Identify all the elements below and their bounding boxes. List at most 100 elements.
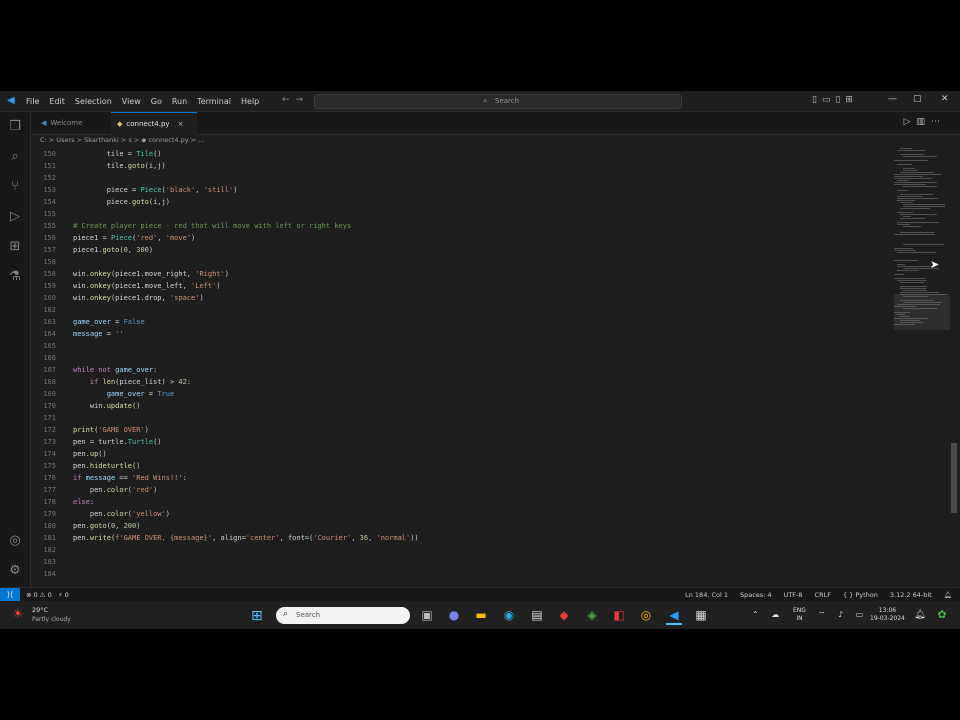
menu-terminal[interactable]: Terminal: [197, 97, 231, 106]
toggle-secondary-sidebar-icon[interactable]: ▯: [835, 95, 845, 105]
code-line[interactable]: 158: [31, 256, 891, 268]
minimize-icon[interactable]: —: [888, 94, 897, 104]
code-line[interactable]: 166: [31, 352, 891, 364]
code-line[interactable]: 160 win.onkey(piece1.drop, 'space'): [31, 292, 891, 304]
split-editor-icon[interactable]: ▥: [916, 117, 931, 127]
store-icon[interactable]: ▤: [529, 607, 545, 623]
teams-chat-icon[interactable]: ●: [446, 607, 462, 623]
problems-indicator[interactable]: ⊗ 0 ⚠ 0: [26, 591, 52, 599]
code-line[interactable]: 164 message = '': [31, 328, 891, 340]
more-actions-icon[interactable]: ⋯: [931, 117, 946, 127]
code-line[interactable]: 156 piece1 = Piece('red', 'move'): [31, 232, 891, 244]
manage-gear-icon[interactable]: ⚙: [7, 563, 23, 579]
code-line[interactable]: 155: [31, 208, 891, 220]
python-interpreter[interactable]: 3.12.2 64-bit: [890, 588, 932, 602]
notification-bell-icon[interactable]: 🔔︎: [912, 607, 928, 623]
ports-indicator[interactable]: ⚡ 0: [58, 591, 69, 599]
taskbar-search[interactable]: ⌕ Search: [276, 607, 410, 624]
run-python-file-icon[interactable]: ▷: [904, 117, 917, 127]
code-line[interactable]: 173 pen = turtle.Turtle(): [31, 436, 891, 448]
menu-selection[interactable]: Selection: [75, 97, 112, 106]
app-icon-doc[interactable]: ▦: [693, 607, 709, 623]
code-line[interactable]: 152: [31, 172, 891, 184]
task-view-icon[interactable]: ▣: [419, 607, 435, 623]
source-control-icon[interactable]: ⑂: [7, 179, 23, 195]
vscode-taskbar-icon[interactable]: ◀: [666, 607, 682, 625]
code-line[interactable]: 179 pen.color('yellow'): [31, 508, 891, 520]
menu-go[interactable]: Go: [151, 97, 162, 106]
language-mode[interactable]: { } Python: [843, 588, 878, 602]
code-line[interactable]: 158 win.onkey(piece1.move_right, 'Right'): [31, 268, 891, 280]
toggle-primary-sidebar-icon[interactable]: ▯: [812, 95, 822, 105]
menu-edit[interactable]: Edit: [49, 97, 65, 106]
system-tray-icons[interactable]: ⌃ ☁: [752, 610, 784, 619]
testing-icon[interactable]: ⚗: [7, 269, 23, 285]
code-line[interactable]: 157 piece1.goto(0, 300): [31, 244, 891, 256]
code-line[interactable]: 165: [31, 340, 891, 352]
code-line[interactable]: 180 pen.goto(0, 200): [31, 520, 891, 532]
menu-view[interactable]: View: [122, 97, 141, 106]
app-icon-green[interactable]: ◈: [584, 607, 600, 623]
extensions-icon[interactable]: ⊞: [7, 239, 23, 255]
app-icon-red[interactable]: ◧: [611, 607, 627, 623]
chrome-icon[interactable]: ◎: [638, 607, 654, 623]
code-line[interactable]: 159 win.onkey(piece1.move_left, 'Left'): [31, 280, 891, 292]
file-explorer-icon[interactable]: ▬: [473, 607, 489, 623]
tab-connect4[interactable]: ◆ connect4.py ×: [111, 112, 197, 135]
search-view-icon[interactable]: ⌕: [7, 149, 23, 165]
notifications-bell-icon[interactable]: 🔔︎: [944, 588, 952, 602]
code-line[interactable]: 172 print('GAME OVER'): [31, 424, 891, 436]
account-icon[interactable]: ◎: [7, 533, 23, 549]
code-line[interactable]: 184: [31, 568, 891, 580]
language-indicator[interactable]: ENG IN: [793, 607, 806, 623]
encoding[interactable]: UTF-8: [784, 588, 803, 602]
clock[interactable]: 13:06 19-03-2024: [870, 607, 905, 623]
menu-help[interactable]: Help: [241, 97, 259, 106]
maximize-icon[interactable]: ▢: [913, 94, 922, 104]
cursor-position[interactable]: Ln 184, Col 1: [685, 588, 728, 602]
code-line[interactable]: 163 game_over = False: [31, 316, 891, 328]
code-line[interactable]: 183: [31, 556, 891, 568]
command-search-box[interactable]: ⌕ Search: [314, 94, 682, 109]
menu-file[interactable]: File: [26, 97, 39, 106]
toggle-panel-icon[interactable]: ▭: [822, 95, 836, 105]
editor-scrollbar[interactable]: [951, 443, 957, 513]
customize-layout-icon[interactable]: ⊞: [845, 95, 858, 105]
code-line[interactable]: 171: [31, 412, 891, 424]
indentation[interactable]: Spaces: 4: [740, 588, 772, 602]
tab-welcome[interactable]: ◀ Welcome: [35, 112, 111, 134]
end-of-line[interactable]: CRLF: [815, 588, 831, 602]
code-editor[interactable]: 150 tile = Tile() 151 tile.goto(i,j) 152 15…: [31, 148, 891, 588]
code-line[interactable]: 182: [31, 544, 891, 556]
code-line[interactable]: 150 tile = Tile(): [31, 148, 891, 160]
code-line[interactable]: 176 if message == 'Red Wins!!':: [31, 472, 891, 484]
breadcrumb[interactable]: C: > Users > Skarthanki > s > ◆ connect4…: [40, 136, 204, 146]
remote-indicator-icon[interactable]: ⟩⟨: [0, 588, 20, 602]
code-line[interactable]: 169 game_over = True: [31, 388, 891, 400]
code-line[interactable]: 167 while not game_over:: [31, 364, 891, 376]
code-line[interactable]: 181 pen.write(f'GAME OVER, {message}', al…: [31, 532, 891, 544]
edge-browser-icon[interactable]: ◉: [501, 607, 517, 623]
code-line[interactable]: 177 pen.color('red'): [31, 484, 891, 496]
code-line[interactable]: 155 # Create player piece - red that will…: [31, 220, 891, 232]
code-line[interactable]: 154 piece.goto(i,j): [31, 196, 891, 208]
forward-arrow-icon[interactable]: →: [296, 95, 310, 105]
network-volume-battery-icons[interactable]: ⌔ ♪ ▭: [818, 610, 868, 620]
minimap[interactable]: [894, 146, 950, 446]
explorer-icon[interactable]: ❐: [7, 119, 23, 135]
menu-run[interactable]: Run: [172, 97, 187, 106]
code-line[interactable]: 170 win.update(): [31, 400, 891, 412]
code-line[interactable]: 168 if len(piece_list) > 42:: [31, 376, 891, 388]
code-line[interactable]: 153 piece = Piece('black', 'still'): [31, 184, 891, 196]
code-line[interactable]: 151 tile.goto(i,j): [31, 160, 891, 172]
copilot-icon[interactable]: ✿: [934, 607, 950, 623]
code-line[interactable]: 162: [31, 304, 891, 316]
close-window-icon[interactable]: ✕: [941, 94, 949, 104]
back-arrow-icon[interactable]: ←: [282, 95, 296, 105]
code-line[interactable]: 175 pen.hideturtle(): [31, 460, 891, 472]
windows-start-icon[interactable]: ⊞: [251, 608, 263, 624]
close-tab-icon[interactable]: ×: [178, 120, 184, 128]
run-debug-icon[interactable]: ▷: [7, 209, 23, 225]
code-line[interactable]: 178 else:: [31, 496, 891, 508]
code-line[interactable]: 174 pen.up(): [31, 448, 891, 460]
